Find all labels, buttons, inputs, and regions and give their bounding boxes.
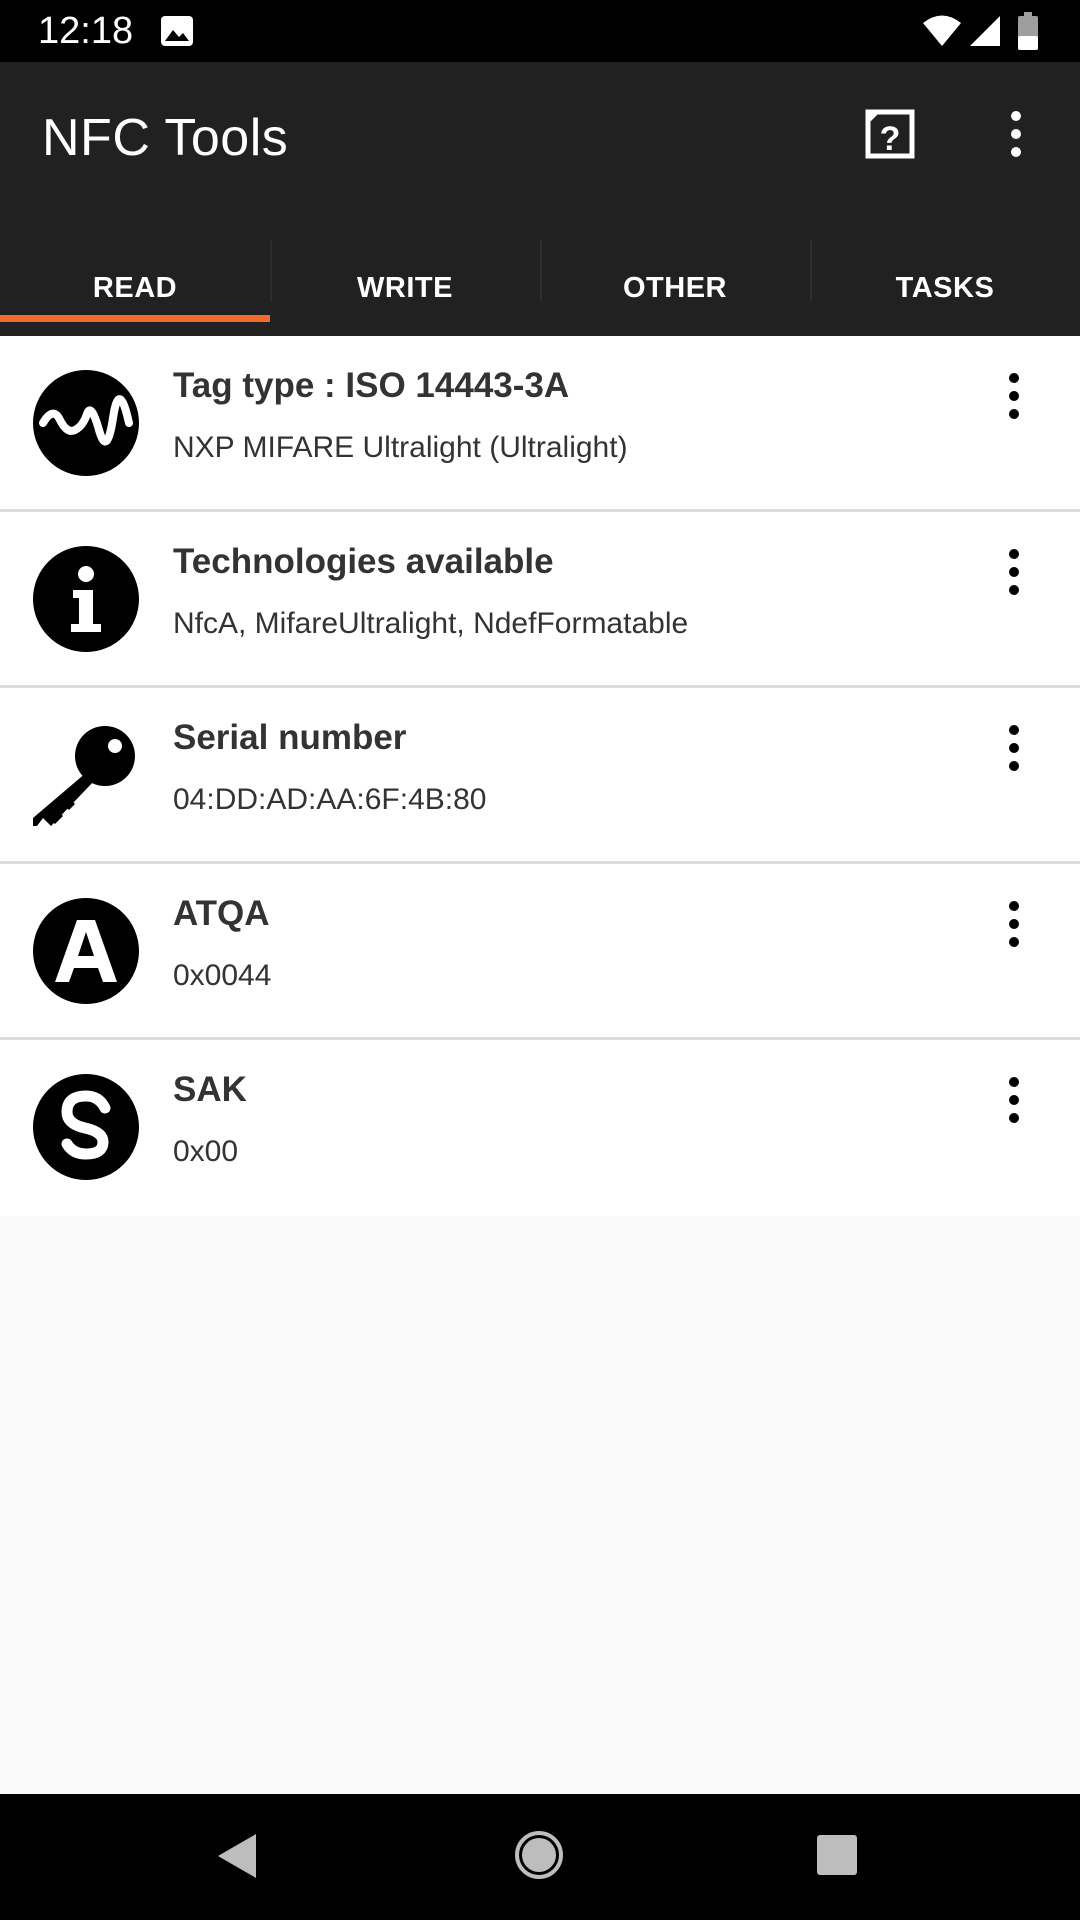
key-icon bbox=[33, 726, 135, 826]
system-nav-bar bbox=[0, 1794, 1080, 1920]
row-value: 04:DD:AD:AA:6F:4B:80 bbox=[173, 783, 487, 816]
letter-a-icon bbox=[33, 898, 139, 1004]
list-item-tag-type[interactable]: Tag type : ISO 14443-3A NXP MIFARE Ultra… bbox=[0, 336, 1080, 512]
status-bar: 12:18 bbox=[0, 0, 1080, 62]
more-vert-icon[interactable] bbox=[1000, 548, 1028, 596]
row-value: NfcA, MifareUltralight, NdefFormatable bbox=[173, 607, 689, 640]
tab-other[interactable]: OTHER bbox=[540, 240, 810, 336]
letter-s-icon bbox=[33, 1074, 139, 1180]
signal-icon bbox=[968, 14, 1002, 53]
row-title: Tag type : ISO 14443-3A bbox=[173, 366, 570, 405]
tab-label: TASKS bbox=[895, 271, 995, 304]
overflow-menu-button[interactable] bbox=[998, 110, 1034, 158]
back-icon[interactable] bbox=[216, 1832, 258, 1880]
tab-write[interactable]: WRITE bbox=[270, 240, 540, 336]
battery-icon bbox=[1018, 12, 1038, 55]
more-vert-icon[interactable] bbox=[1000, 724, 1028, 772]
tab-tasks[interactable]: TASKS bbox=[810, 240, 1080, 336]
row-value: 0x00 bbox=[173, 1135, 239, 1168]
tab-label: WRITE bbox=[357, 271, 453, 304]
more-vert-icon[interactable] bbox=[1000, 900, 1028, 948]
photo-icon bbox=[160, 15, 194, 52]
home-icon[interactable] bbox=[514, 1830, 564, 1880]
row-title: ATQA bbox=[173, 894, 270, 933]
tab-label: OTHER bbox=[623, 271, 727, 304]
row-title: Serial number bbox=[173, 718, 407, 757]
tab-read[interactable]: READ bbox=[0, 240, 270, 336]
status-time: 12:18 bbox=[38, 10, 134, 52]
row-value: NXP MIFARE Ultralight (Ultralight) bbox=[173, 431, 628, 464]
list-item-sak[interactable]: SAK 0x00 bbox=[0, 1040, 1080, 1216]
more-vert-icon[interactable] bbox=[1000, 1076, 1028, 1124]
row-title: SAK bbox=[173, 1070, 247, 1109]
row-title: Technologies available bbox=[173, 542, 554, 581]
app-title: NFC Tools bbox=[42, 109, 289, 167]
more-vert-icon bbox=[1011, 111, 1021, 157]
waveform-icon bbox=[33, 370, 139, 476]
tag-info-list: Tag type : ISO 14443-3A NXP MIFARE Ultra… bbox=[0, 336, 1080, 1216]
list-item-atqa[interactable]: ATQA 0x0044 bbox=[0, 864, 1080, 1040]
help-button[interactable]: ? bbox=[862, 106, 918, 162]
row-value: 0x0044 bbox=[173, 959, 272, 992]
recents-icon[interactable] bbox=[816, 1834, 858, 1876]
list-item-technologies[interactable]: Technologies available NfcA, MifareUltra… bbox=[0, 512, 1080, 688]
info-icon bbox=[33, 546, 139, 652]
tab-bar: READ WRITE OTHER TASKS bbox=[0, 240, 1080, 336]
wifi-icon bbox=[922, 14, 962, 53]
help-icon: ? bbox=[865, 109, 915, 159]
tab-label: READ bbox=[92, 271, 178, 304]
more-vert-icon[interactable] bbox=[1000, 372, 1028, 420]
svg-text:?: ? bbox=[880, 120, 901, 158]
list-item-serial-number[interactable]: Serial number 04:DD:AD:AA:6F:4B:80 bbox=[0, 688, 1080, 864]
